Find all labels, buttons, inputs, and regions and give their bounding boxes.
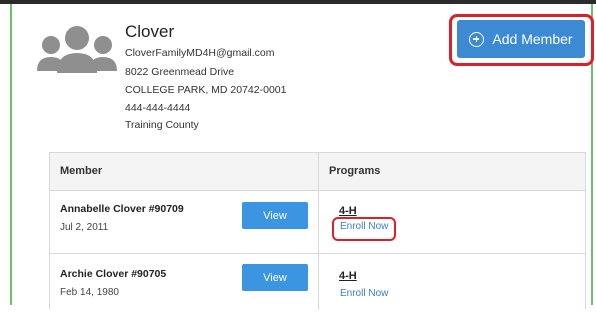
header-member: Member [60, 165, 103, 177]
enroll-now-link[interactable]: Enroll Now [340, 288, 388, 299]
family-email: CloverFamilyMD4H@gmail.com [125, 47, 275, 59]
family-phone: 444-444-4444 [125, 102, 191, 114]
view-button[interactable]: View [242, 264, 308, 291]
table-row: Archie Clover #90705 Feb 14, 1980 View 4… [50, 254, 585, 314]
member-name: Annabelle Clover #90709 [60, 203, 184, 215]
people-group-icon [37, 26, 117, 73]
add-member-button[interactable]: Add Member [457, 20, 585, 58]
plus-circle-icon [469, 31, 485, 47]
program-name[interactable]: 4-H [339, 270, 357, 282]
header-programs: Programs [329, 165, 381, 177]
member-name: Archie Clover #90705 [60, 268, 167, 280]
address-line-2: COLLEGE PARK, MD 20742-0001 [125, 84, 287, 96]
family-name: Clover [125, 22, 175, 41]
member-date: Jul 2, 2011 [60, 222, 109, 233]
table-row: Annabelle Clover #90709 Jul 2, 2011 View… [50, 191, 585, 254]
view-button[interactable]: View [242, 202, 308, 229]
add-member-label: Add Member [492, 31, 573, 47]
family-card: Clover CloverFamilyMD4H@gmail.com 8022 G… [10, 4, 594, 310]
member-date: Feb 14, 1980 [60, 287, 119, 298]
program-name[interactable]: 4-H [339, 205, 357, 217]
members-table: Member Programs Annabelle Clover #90709 … [49, 152, 586, 310]
family-county: Training County [125, 119, 199, 131]
address-line-1: 8022 Greenmead Drive [125, 66, 235, 78]
enroll-now-highlight [332, 217, 396, 241]
